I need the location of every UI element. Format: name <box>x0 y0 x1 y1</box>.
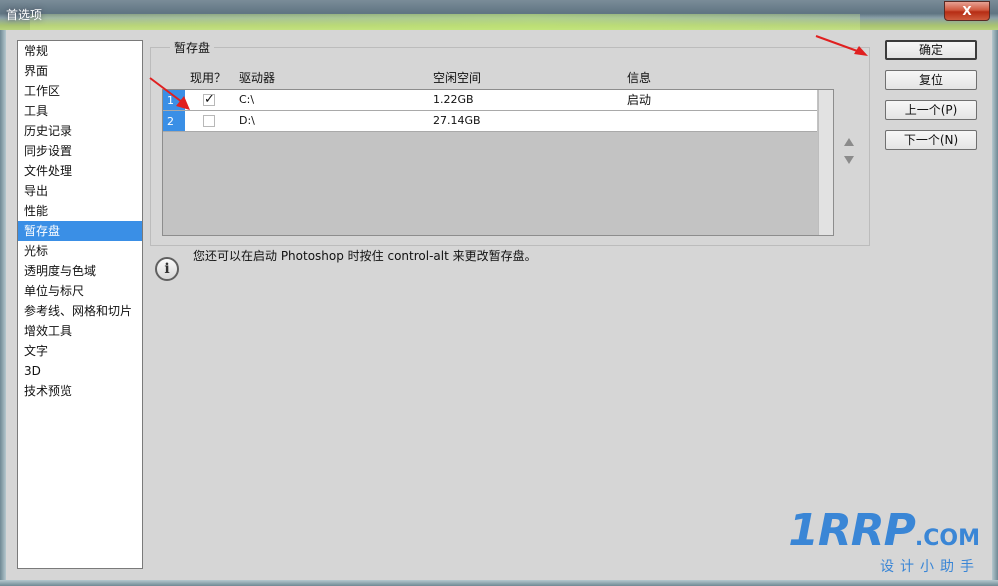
close-button[interactable]: X <box>944 1 990 21</box>
move-up-arrow-icon[interactable] <box>844 138 854 146</box>
ok-button[interactable]: 确定 <box>885 40 977 60</box>
nav-item-scratch-disks[interactable]: 暂存盘 <box>18 221 142 241</box>
nav-item-history[interactable]: 历史记录 <box>18 121 142 141</box>
info-text: 您还可以在启动 Photoshop 时按住 control-alt 来更改暂存盘… <box>193 249 537 263</box>
nav-item-cursors[interactable]: 光标 <box>18 241 142 261</box>
watermark-tagline: 设计小助手 <box>880 559 980 575</box>
move-down-arrow-icon[interactable] <box>844 156 854 164</box>
column-header-info: 信息 <box>627 71 652 85</box>
window-frame-bottom <box>0 580 998 586</box>
info-icon: i <box>155 257 179 281</box>
nav-item-export[interactable]: 导出 <box>18 181 142 201</box>
active-checkbox[interactable] <box>203 115 215 127</box>
nav-item-general[interactable]: 常规 <box>18 41 142 61</box>
nav-item-tools[interactable]: 工具 <box>18 101 142 121</box>
window-title: 首选项 <box>6 8 43 22</box>
drive-cell: C:\ <box>239 93 255 106</box>
reset-button[interactable]: 复位 <box>885 70 977 90</box>
nav-item-units-rulers[interactable]: 单位与标尺 <box>18 281 142 301</box>
annotation-arrow-ok <box>815 35 868 56</box>
group-title: 暂存盘 <box>170 39 215 56</box>
nav-item-3d[interactable]: 3D <box>18 361 142 381</box>
info-icon-glyph: i <box>164 261 170 277</box>
nav-item-plugins[interactable]: 增效工具 <box>18 321 142 341</box>
table-scrollbar[interactable] <box>818 90 833 235</box>
preferences-nav-list[interactable]: 常规 界面 工作区 工具 历史记录 同步设置 文件处理 导出 性能 暂存盘 光标… <box>17 40 143 569</box>
nav-item-interface[interactable]: 界面 <box>18 61 142 81</box>
free-space-cell: 27.14GB <box>433 114 481 127</box>
row-number: 2 <box>163 111 185 131</box>
nav-item-type[interactable]: 文字 <box>18 341 142 361</box>
watermark: 1RRP.COM 设计小助手 <box>788 505 980 576</box>
watermark-domain: .COM <box>914 526 980 551</box>
title-bar-glow <box>30 14 860 30</box>
title-bar: 首选项 X <box>0 0 998 30</box>
nav-item-guides-grid-slices[interactable]: 参考线、网格和切片 <box>18 301 142 321</box>
nav-item-workspace[interactable]: 工作区 <box>18 81 142 101</box>
nav-item-performance[interactable]: 性能 <box>18 201 142 221</box>
close-icon: X <box>962 4 972 18</box>
watermark-brand: 1RRP <box>788 505 916 556</box>
previous-button[interactable]: 上一个(P) <box>885 100 977 120</box>
drive-cell: D:\ <box>239 114 255 127</box>
column-header-drive: 驱动器 <box>239 71 276 85</box>
table-row[interactable]: 2 D:\ 27.14GB <box>163 111 817 132</box>
nav-item-file-handling[interactable]: 文件处理 <box>18 161 142 181</box>
nav-item-sync-settings[interactable]: 同步设置 <box>18 141 142 161</box>
column-header-free-space: 空闲空间 <box>433 71 482 85</box>
nav-item-transparency-gamut[interactable]: 透明度与色域 <box>18 261 142 281</box>
free-space-cell: 1.22GB <box>433 93 474 106</box>
nav-item-tech-previews[interactable]: 技术预览 <box>18 381 142 401</box>
table-row[interactable]: 1 ✓ C:\ 1.22GB 启动 <box>163 90 817 111</box>
next-button[interactable]: 下一个(N) <box>885 130 977 150</box>
active-checkbox[interactable]: ✓ <box>203 93 215 106</box>
info-cell: 启动 <box>627 93 652 107</box>
window-frame-right <box>992 30 998 586</box>
annotation-arrow-checkbox <box>149 77 190 110</box>
scratch-disk-table: 1 ✓ C:\ 1.22GB 启动 2 D:\ 27.14GB <box>162 89 834 236</box>
